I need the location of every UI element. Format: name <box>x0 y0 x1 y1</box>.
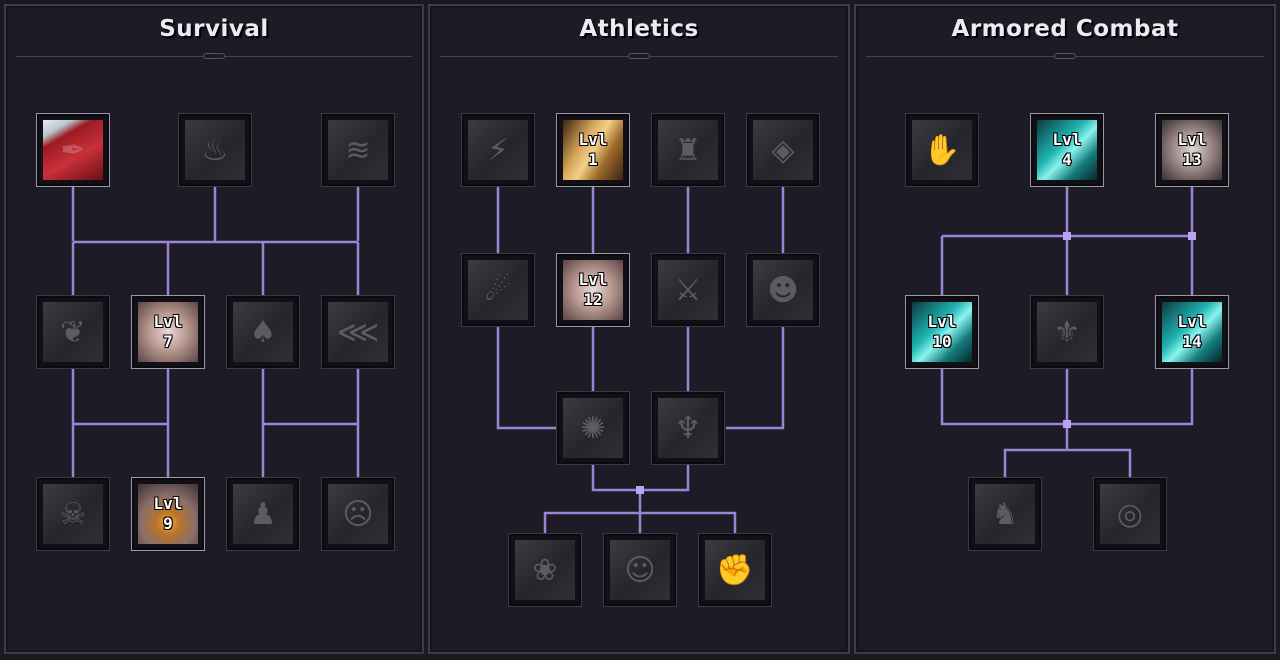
skill-node[interactable]: ☹ <box>322 478 394 550</box>
skill-node[interactable]: ✒ <box>37 114 109 186</box>
skill-panel-athletics: Athletics ⚡ Lvl 1 ♜ ◈ ☄ Lvl 12 ⚔ ☻ ✺ ♆ ❀… <box>428 4 850 654</box>
skill-node[interactable]: ♠ <box>227 296 299 368</box>
sprinter-icon: ☄ <box>484 272 512 308</box>
beast-face-icon: ☻ <box>767 272 799 308</box>
skill-level-label: Lvl 12 <box>578 270 608 309</box>
skill-level-label: Lvl 10 <box>927 312 957 351</box>
charging-knight-icon: ♞ <box>991 496 1019 532</box>
lungs-icon: ❀ <box>532 552 558 588</box>
skill-node[interactable]: ☄ <box>462 254 534 326</box>
crossed-blades-icon: ⚔ <box>674 272 702 308</box>
leaf-icon: ❦ <box>60 314 86 350</box>
skill-node[interactable]: Lvl 13 <box>1156 114 1228 186</box>
skill-node[interactable]: ♆ <box>652 392 724 464</box>
smoke-knife-icon: ≋ <box>345 132 371 168</box>
silhouette-icon: ♟ <box>249 496 277 532</box>
armored-stride-icon: ⚜ <box>1053 314 1081 350</box>
skill-node[interactable]: ◎ <box>1094 478 1166 550</box>
skill-level-label: Lvl 14 <box>1177 312 1207 351</box>
skill-node[interactable]: ✺ <box>557 392 629 464</box>
skill-node[interactable]: ✊ <box>699 534 771 606</box>
skill-level-label: Lvl 9 <box>153 494 183 533</box>
horn-coil-icon: ◎ <box>1116 496 1144 532</box>
running-legs-icon: ⚡ <box>487 132 509 168</box>
skill-node[interactable]: ⚔ <box>652 254 724 326</box>
skill-panel-survival: Survival ✒ ♨ ≋ ❦ Lvl 7 ♠ ⋘ ☠ Lvl 9 ♟ ☹ <box>4 4 424 654</box>
skill-node[interactable]: ♨ <box>179 114 251 186</box>
skill-level-label: Lvl 13 <box>1177 130 1207 169</box>
skill-node[interactable]: Lvl 4 <box>1031 114 1103 186</box>
arm-guard-icon: ◈ <box>771 132 795 168</box>
skill-node[interactable]: Lvl 1 <box>557 114 629 186</box>
skill-node[interactable]: ❀ <box>509 534 581 606</box>
skill-node[interactable]: ♜ <box>652 114 724 186</box>
flame-icon: ♠ <box>249 314 277 350</box>
skill-node[interactable]: ♟ <box>227 478 299 550</box>
bleeding-wound-icon: ✒ <box>60 132 86 168</box>
skill-node[interactable]: Lvl 9 <box>132 478 204 550</box>
skill-level-label: Lvl 1 <box>578 130 608 169</box>
skill-node[interactable]: Lvl 10 <box>906 296 978 368</box>
skill-panel-armored-combat: Armored Combat ✋ Lvl 4 Lvl 13 Lvl 10 ⚜ L… <box>854 4 1276 654</box>
claw-icon: ♆ <box>674 410 702 446</box>
skill-level-label: Lvl 4 <box>1052 130 1082 169</box>
skill-node[interactable]: ♞ <box>969 478 1041 550</box>
flexed-arm-icon: ✊ <box>716 552 754 588</box>
skill-node[interactable]: ◈ <box>747 114 819 186</box>
skill-node[interactable]: ⚜ <box>1031 296 1103 368</box>
skill-node[interactable]: ❦ <box>37 296 109 368</box>
skill-node[interactable]: Lvl 7 <box>132 296 204 368</box>
skill-node[interactable]: ≋ <box>322 114 394 186</box>
back-muscles-icon: ♜ <box>674 132 702 168</box>
gauntlet-grip-icon: ✋ <box>923 132 961 168</box>
skill-node[interactable]: Lvl 14 <box>1156 296 1228 368</box>
skill-node[interactable]: ✋ <box>906 114 978 186</box>
screaming-face-icon: ☹ <box>342 496 374 532</box>
skill-node[interactable]: ☺ <box>604 534 676 606</box>
wolf-skull-icon: ☠ <box>59 496 87 532</box>
campfire-icon: ♨ <box>201 132 229 168</box>
skill-node[interactable]: ☠ <box>37 478 109 550</box>
tumble-icon: ✺ <box>580 410 606 446</box>
skill-node[interactable]: ☻ <box>747 254 819 326</box>
skill-node[interactable]: ⋘ <box>322 296 394 368</box>
bent-arrow-icon: ⋘ <box>336 314 380 350</box>
skill-node[interactable]: ⚡ <box>462 114 534 186</box>
skill-node[interactable]: Lvl 12 <box>557 254 629 326</box>
skill-level-label: Lvl 7 <box>153 312 183 351</box>
stoic-face-icon: ☺ <box>624 552 656 588</box>
